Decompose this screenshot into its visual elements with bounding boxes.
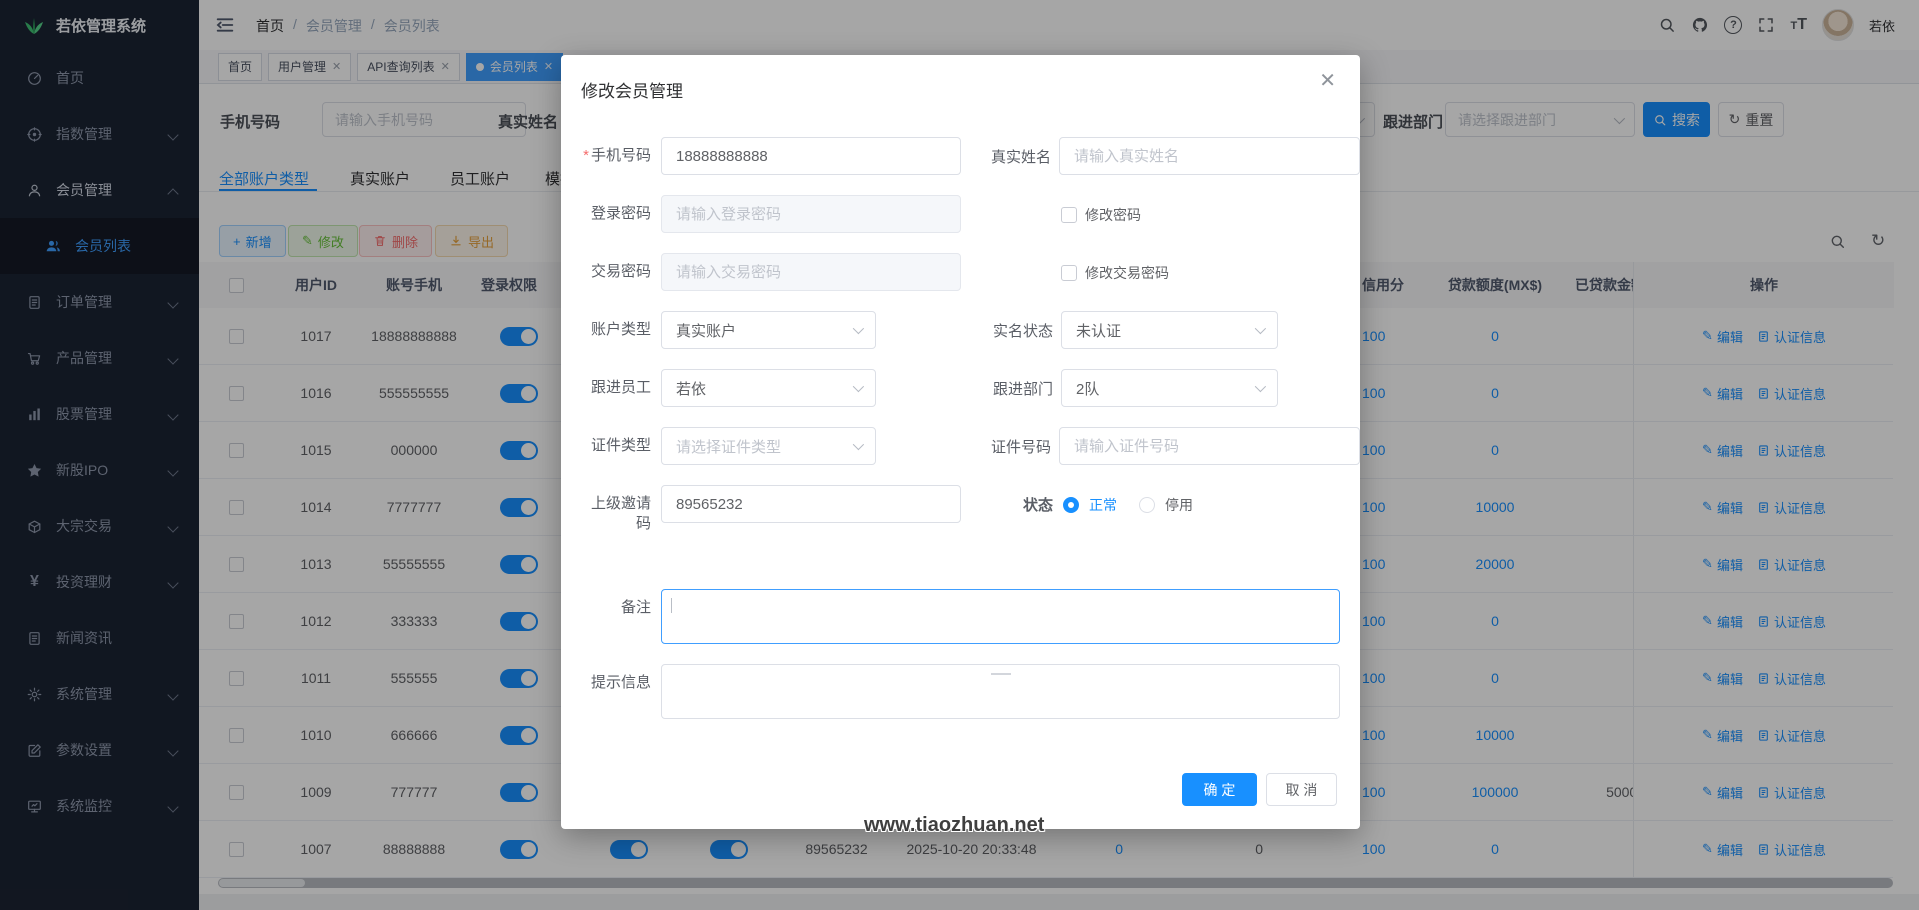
staff-select[interactable]: 若依 bbox=[661, 369, 876, 407]
chevron-down-icon bbox=[852, 322, 865, 335]
tip-label: 提示信息 bbox=[590, 674, 651, 691]
chevron-down-icon bbox=[1254, 380, 1267, 393]
tip-textarea[interactable] bbox=[661, 664, 1340, 719]
cert-no-label: 证件号码 bbox=[990, 439, 1051, 456]
remark-label: 备注 bbox=[620, 599, 651, 616]
resize-handle-icon bbox=[990, 673, 1011, 675]
invite-code-input[interactable] bbox=[661, 485, 961, 523]
chevron-down-icon bbox=[852, 438, 865, 451]
real-status-label: 实名状态 bbox=[992, 323, 1053, 340]
account-type-label: 账户类型 bbox=[590, 321, 651, 338]
chevron-down-icon bbox=[852, 380, 865, 393]
cert-type-select[interactable]: 请选择证件类型 bbox=[661, 427, 876, 465]
status-radio-group: 状态 正常 停用 bbox=[1023, 485, 1193, 515]
phone-label: * 手机号码 bbox=[583, 147, 651, 164]
cert-type-label: 证件类型 bbox=[590, 437, 651, 454]
confirm-button[interactable]: 确 定 bbox=[1182, 773, 1257, 806]
phone-input[interactable] bbox=[661, 137, 961, 175]
status-label: 状态 bbox=[1023, 497, 1054, 514]
account-type-select[interactable]: 真实账户 bbox=[661, 311, 876, 349]
staff-label: 跟进员工 bbox=[590, 379, 651, 396]
login-pwd-input[interactable] bbox=[661, 195, 961, 233]
realname-input[interactable] bbox=[1059, 137, 1360, 175]
remark-textarea[interactable] bbox=[661, 589, 1340, 644]
trade-pwd-input[interactable] bbox=[661, 253, 961, 291]
cancel-button[interactable]: 取 消 bbox=[1266, 773, 1337, 806]
edit-member-dialog: 修改会员管理 ✕ *手机号码 真实姓名 登录密码 bbox=[561, 55, 1360, 829]
status-normal-radio[interactable] bbox=[1063, 496, 1080, 513]
dept-select[interactable]: 2队 bbox=[1061, 369, 1278, 407]
checkbox-icon bbox=[1061, 207, 1077, 223]
required-asterisk: * bbox=[583, 147, 589, 164]
invite-code-label: 上级邀请码 bbox=[590, 495, 651, 532]
watermark: www.tiaozhuan.net bbox=[864, 814, 1045, 836]
cert-no-input[interactable] bbox=[1059, 427, 1360, 465]
realname-label: 真实姓名 bbox=[990, 149, 1051, 166]
trade-pwd-label: 交易密码 bbox=[590, 263, 651, 280]
change-password-checkbox[interactable]: 修改密码 bbox=[1061, 195, 1141, 225]
chevron-down-icon bbox=[1254, 322, 1267, 335]
login-pwd-label: 登录密码 bbox=[590, 205, 651, 222]
close-icon[interactable]: ✕ bbox=[1319, 71, 1336, 91]
status-disabled-radio[interactable] bbox=[1139, 496, 1156, 513]
change-trade-password-checkbox[interactable]: 修改交易密码 bbox=[1061, 253, 1169, 283]
dialog-title: 修改会员管理 bbox=[581, 82, 683, 101]
real-status-select[interactable]: 未认证 bbox=[1061, 311, 1278, 349]
checkbox-icon bbox=[1061, 265, 1077, 281]
text-caret bbox=[671, 598, 672, 613]
dept-label: 跟进部门 bbox=[992, 381, 1053, 398]
